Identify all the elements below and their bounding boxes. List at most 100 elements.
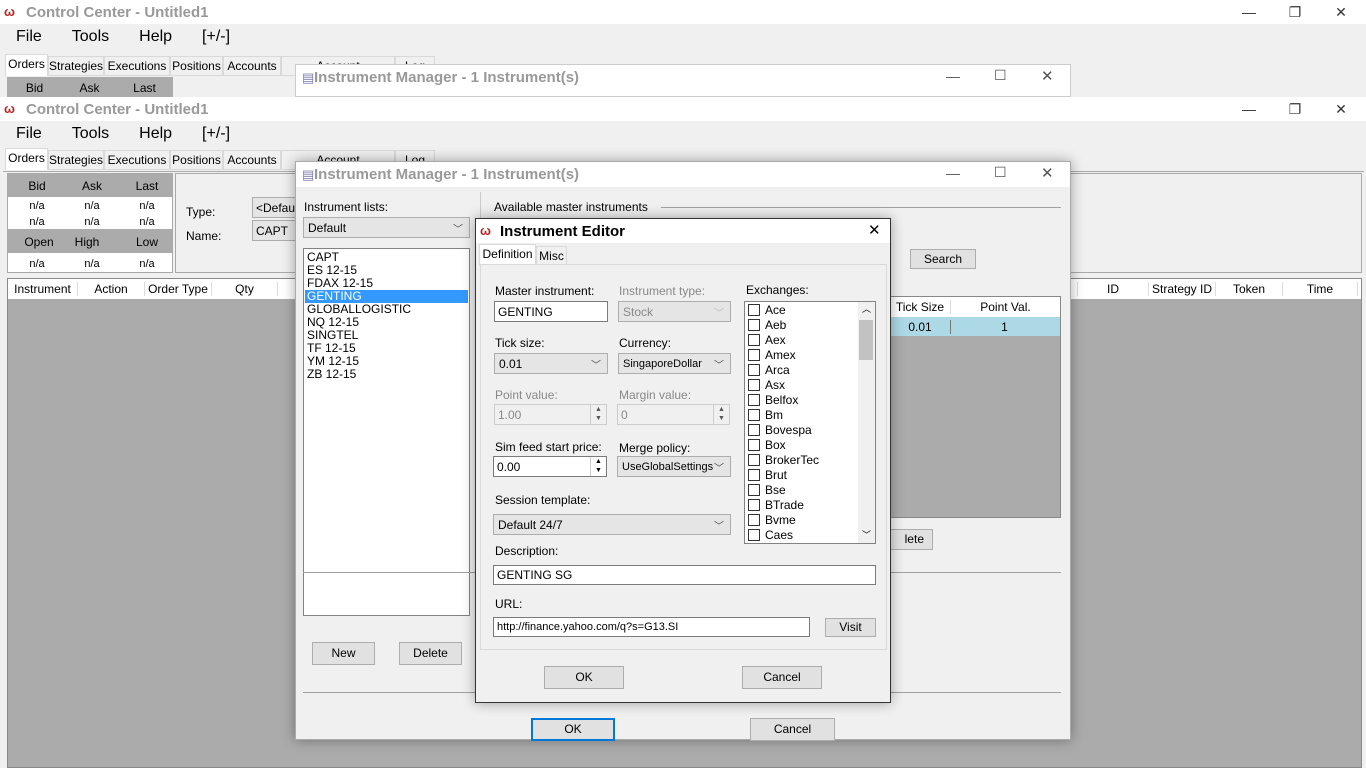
url-field[interactable]: http://finance.yahoo.com/q?s=G13.SI: [493, 617, 810, 637]
column-header-strategy-id[interactable]: Strategy ID: [1149, 282, 1216, 296]
column-header-action[interactable]: Action: [78, 282, 145, 296]
checkbox[interactable]: [748, 529, 760, 541]
checkbox[interactable]: [748, 409, 760, 421]
menu-file[interactable]: File: [16, 28, 42, 46]
checkbox[interactable]: [748, 364, 760, 376]
close-button[interactable]: ✕: [1318, 97, 1364, 121]
tab-definition[interactable]: Definition: [479, 244, 536, 266]
exchange-item[interactable]: Brut: [748, 468, 872, 483]
checkbox[interactable]: [748, 334, 760, 346]
exchange-item[interactable]: Bovespa: [748, 423, 872, 438]
exchange-item[interactable]: Belfox: [748, 393, 872, 408]
exchange-item[interactable]: Asx: [748, 378, 872, 393]
table-row[interactable]: 0.01 1: [882, 317, 1060, 336]
minimize-button[interactable]: —: [946, 165, 960, 181]
visit-button[interactable]: Visit: [825, 618, 876, 637]
column-header-order-type[interactable]: Order Type: [145, 282, 212, 296]
tab-positions[interactable]: Positions: [170, 56, 223, 76]
menu-tools[interactable]: Tools: [72, 125, 109, 143]
column-header-id[interactable]: ID: [1078, 282, 1149, 296]
exchange-item[interactable]: Ace: [748, 303, 872, 318]
minimize-button[interactable]: —: [946, 68, 960, 84]
exchange-item[interactable]: Bm: [748, 408, 872, 423]
exchange-item[interactable]: Bse: [748, 483, 872, 498]
checkbox[interactable]: [748, 499, 760, 511]
exchange-item[interactable]: Bvme: [748, 513, 872, 528]
tab-orders[interactable]: Orders: [5, 148, 48, 170]
exchanges-scrollbar[interactable]: ︿ ﹀: [858, 302, 875, 543]
tab-accounts[interactable]: Accounts: [223, 56, 281, 76]
column-header-time[interactable]: Time: [1283, 282, 1358, 296]
menu-help[interactable]: Help: [139, 125, 172, 143]
checkbox[interactable]: [748, 319, 760, 331]
close-button[interactable]: ✕: [868, 221, 881, 239]
spin-arrows-icon[interactable]: ▲ ▼: [590, 405, 606, 424]
session-template-select[interactable]: Default 24/7 ﹀: [493, 514, 731, 535]
tick-size-select[interactable]: 0.01 ﹀: [494, 353, 608, 374]
exchange-item[interactable]: Box: [748, 438, 872, 453]
maximize-button[interactable]: ☐: [994, 67, 1007, 84]
instrument-listbox[interactable]: CAPT ES 12-15 FDAX 12-15 GENTING GLOBALLOGIS…: [303, 248, 470, 616]
merge-policy-select[interactable]: UseGlobalSettings ﹀: [617, 456, 731, 477]
menu-toggle[interactable]: [+/-]: [202, 125, 230, 143]
tab-accounts[interactable]: Accounts: [223, 150, 281, 170]
checkbox[interactable]: [748, 484, 760, 496]
checkbox[interactable]: [748, 304, 760, 316]
exchanges-list[interactable]: Ace Aeb Aex Amex Arca Asx Belfox Bm Bovespa Box Br…: [744, 301, 876, 544]
menu-help[interactable]: Help: [139, 28, 172, 46]
spin-arrows-icon[interactable]: ▲ ▼: [713, 405, 729, 424]
column-header-qty[interactable]: Qty: [212, 282, 278, 296]
maximize-button[interactable]: ❐: [1272, 0, 1318, 24]
ok-button[interactable]: OK: [544, 666, 624, 689]
exchange-item[interactable]: BrokerTec: [748, 453, 872, 468]
tab-positions[interactable]: Positions: [170, 150, 223, 170]
checkbox[interactable]: [748, 379, 760, 391]
menu-toggle[interactable]: [+/-]: [202, 28, 230, 46]
tab-executions[interactable]: Executions: [104, 150, 170, 170]
currency-select[interactable]: SingaporeDollar ﹀: [618, 353, 731, 374]
checkbox[interactable]: [748, 469, 760, 481]
tab-strategies[interactable]: Strategies: [48, 56, 104, 76]
exchange-item[interactable]: Aeb: [748, 318, 872, 333]
tab-misc[interactable]: Misc: [536, 246, 567, 266]
minimize-button[interactable]: —: [1226, 97, 1272, 121]
checkbox[interactable]: [748, 424, 760, 436]
cancel-button[interactable]: Cancel: [750, 718, 835, 741]
checkbox[interactable]: [748, 514, 760, 526]
margin-value-stepper[interactable]: 0 ▲ ▼: [617, 404, 730, 425]
ok-button[interactable]: OK: [531, 718, 615, 741]
search-button[interactable]: Search: [910, 249, 976, 269]
scroll-thumb[interactable]: [859, 320, 873, 360]
checkbox[interactable]: [748, 394, 760, 406]
exchange-item[interactable]: BTrade: [748, 498, 872, 513]
delete-button[interactable]: Delete: [399, 642, 462, 665]
cancel-button[interactable]: Cancel: [742, 666, 822, 689]
checkbox[interactable]: [748, 439, 760, 451]
instrument-type-select[interactable]: Stock ﹀: [618, 301, 731, 322]
new-button[interactable]: New: [312, 642, 375, 665]
point-value-stepper[interactable]: 1.00 ▲ ▼: [494, 404, 607, 425]
tab-strategies[interactable]: Strategies: [48, 150, 104, 170]
scroll-down-icon[interactable]: ﹀: [862, 528, 871, 541]
column-header-instrument[interactable]: Instrument: [8, 282, 78, 296]
menu-tools[interactable]: Tools: [72, 28, 109, 46]
description-field[interactable]: GENTING SG: [493, 565, 876, 585]
list-item[interactable]: ZB 12-15: [305, 368, 468, 381]
exchange-item[interactable]: Amex: [748, 348, 872, 363]
exchange-item[interactable]: Caes: [748, 528, 872, 543]
column-tick-size[interactable]: Tick Size: [890, 300, 950, 314]
exchange-item[interactable]: Arca: [748, 363, 872, 378]
minimize-button[interactable]: —: [1226, 0, 1272, 24]
close-button[interactable]: ✕: [1041, 164, 1054, 182]
close-button[interactable]: ✕: [1041, 67, 1054, 85]
checkbox[interactable]: [748, 349, 760, 361]
scroll-up-icon[interactable]: ︿: [862, 302, 871, 315]
column-point-value[interactable]: Point Val.: [950, 300, 1060, 314]
sim-feed-stepper[interactable]: 0.00 ▲ ▼: [493, 456, 607, 477]
instrument-list-select[interactable]: Default ﹀: [303, 217, 470, 238]
column-header-token[interactable]: Token: [1216, 282, 1283, 296]
maximize-button[interactable]: ❐: [1272, 97, 1318, 121]
exchange-item[interactable]: Aex: [748, 333, 872, 348]
close-button[interactable]: ✕: [1318, 0, 1364, 24]
master-instrument-field[interactable]: GENTING: [494, 301, 608, 322]
